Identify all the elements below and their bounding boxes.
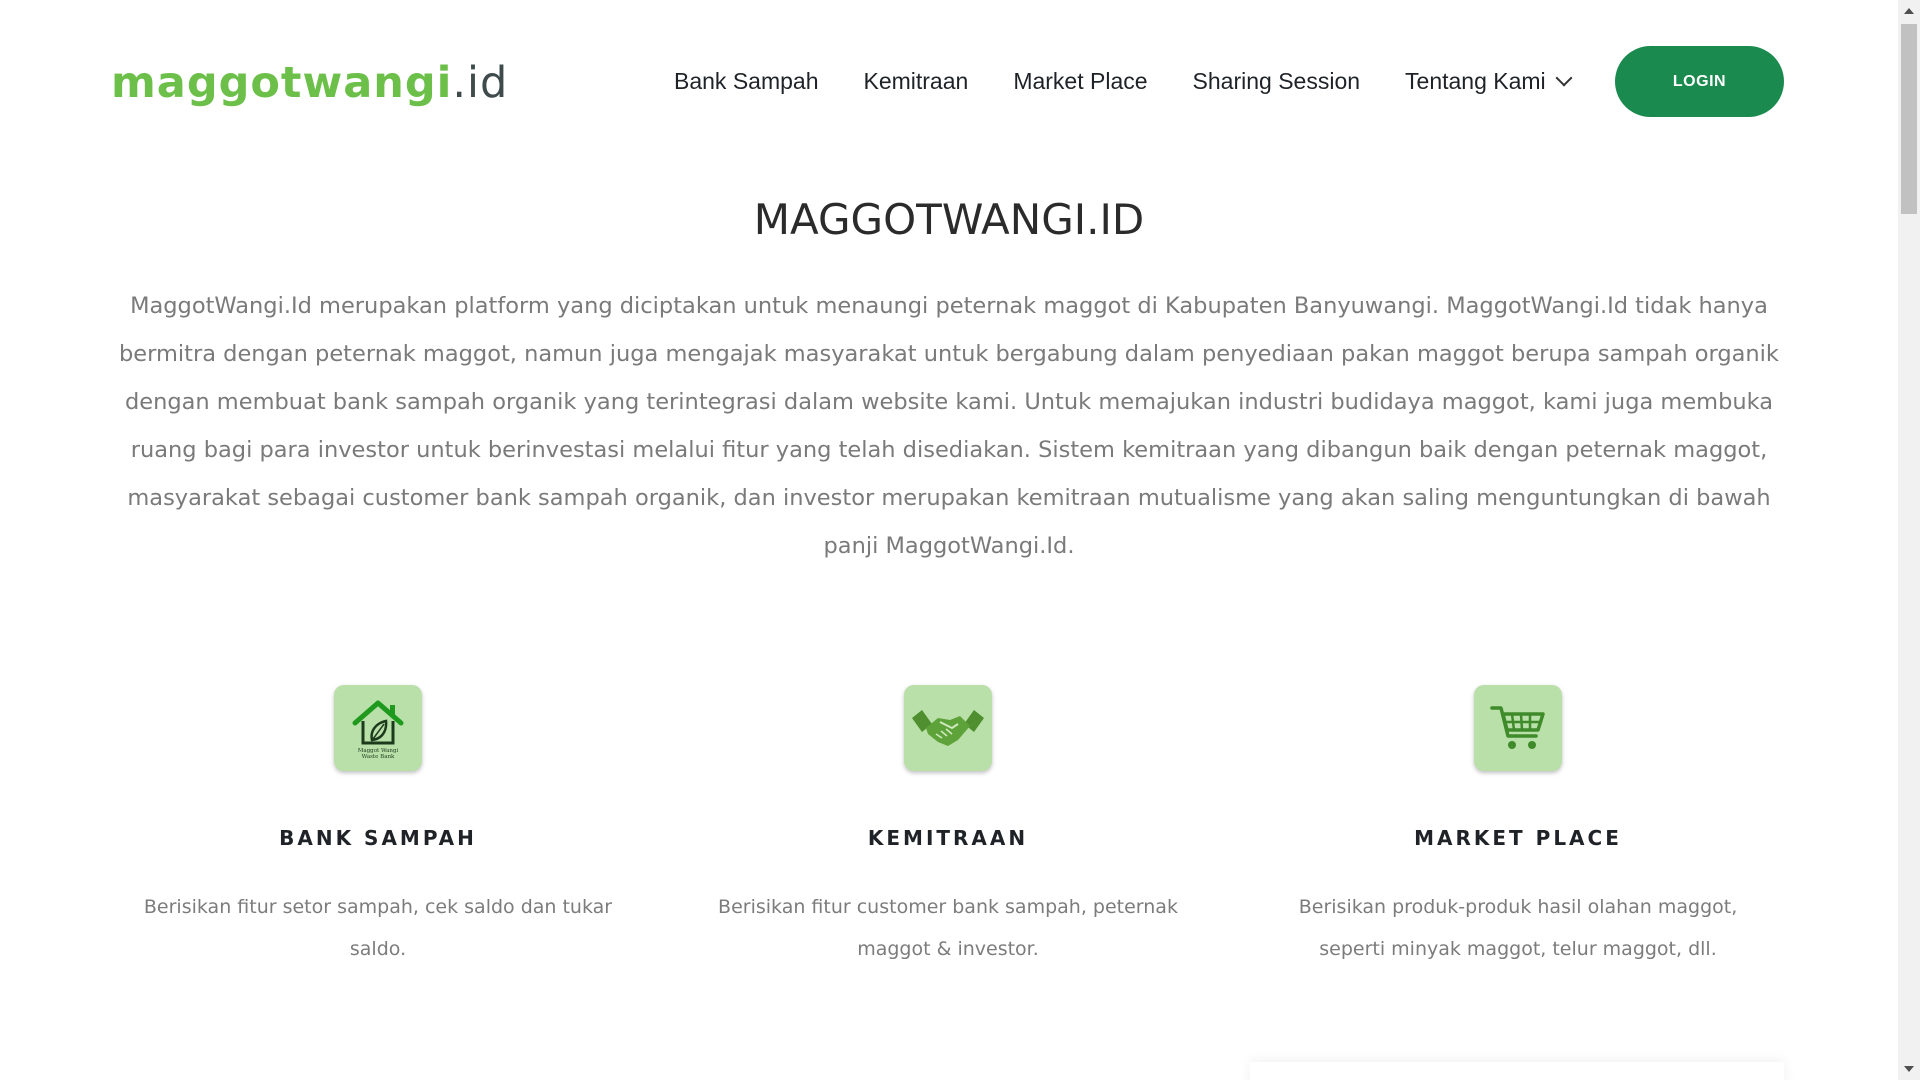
scroll-up-arrow-icon[interactable]	[1904, 8, 1914, 14]
feature-bank-sampah-desc: Berisikan fitur setor sampah, cek saldo …	[143, 896, 613, 960]
site-logo[interactable]: maggotwangi.id	[111, 58, 508, 108]
nav-kemitraan-label: Kemitraan	[863, 67, 969, 94]
chevron-down-icon	[1555, 69, 1573, 86]
scroll-thumb[interactable]	[1901, 24, 1917, 214]
main-nav: Bank Sampah Kemitraan Market Place Shari…	[674, 64, 1573, 98]
feature-kemitraan-desc: Berisikan fitur customer bank sampah, pe…	[718, 896, 1178, 960]
nav-sharing-session-label: Sharing Session	[1192, 67, 1361, 94]
feature-market-place: MARKET PLACE Berisikan produk-produk has…	[1268, 685, 1768, 970]
scroll-down-arrow-icon[interactable]	[1904, 1066, 1914, 1072]
nav-bank-sampah[interactable]: Bank Sampah	[674, 68, 818, 95]
feature-kemitraan-title: KEMITRAAN	[867, 826, 1029, 850]
nav-bank-sampah-label: Bank Sampah	[674, 67, 819, 94]
about-title: MAGGOTWANGI.ID	[753, 195, 1145, 244]
logo-tld-text: .id	[452, 58, 509, 108]
page: maggotwangi.id Bank Sampah Kemitraan Mar…	[0, 0, 1920, 1080]
feature-kemitraan: KEMITRAAN Berisikan fitur customer bank …	[698, 685, 1198, 970]
shopping-cart-icon[interactable]	[1474, 685, 1562, 771]
nav-tentang-kami-label: Tentang Kami	[1405, 67, 1546, 94]
site-header: maggotwangi.id Bank Sampah Kemitraan Mar…	[0, 0, 1898, 163]
nav-market-place-label: Market Place	[1013, 67, 1148, 94]
handshake-icon[interactable]	[904, 685, 992, 771]
nav-market-place[interactable]: Market Place	[1013, 68, 1147, 95]
nav-sharing-session[interactable]: Sharing Session	[1193, 68, 1361, 95]
partial-card	[1250, 1062, 1784, 1080]
feature-bank-sampah: Maggot Wangi Waste Bank BANK SAMPAH Beri…	[128, 685, 628, 970]
nav-tentang-kami-dropdown[interactable]: Tentang Kami	[1405, 67, 1573, 95]
feature-market-place-title: MARKET PLACE	[1414, 826, 1622, 850]
about-description: MaggotWangi.Id merupakan platform yang d…	[119, 293, 1779, 559]
feature-market-place-desc: Berisikan produk-produk hasil olahan mag…	[1298, 896, 1738, 960]
nav-kemitraan[interactable]: Kemitraan	[863, 68, 968, 95]
vertical-scrollbar[interactable]	[1898, 0, 1920, 1080]
logo-main-text: maggotwangi	[111, 58, 453, 108]
svg-text:Waste Bank: Waste Bank	[362, 754, 395, 760]
login-button[interactable]: LOGIN	[1615, 46, 1784, 117]
waste-bank-logo-icon[interactable]: Maggot Wangi Waste Bank	[334, 685, 422, 771]
feature-bank-sampah-title: BANK SAMPAH	[279, 826, 477, 850]
